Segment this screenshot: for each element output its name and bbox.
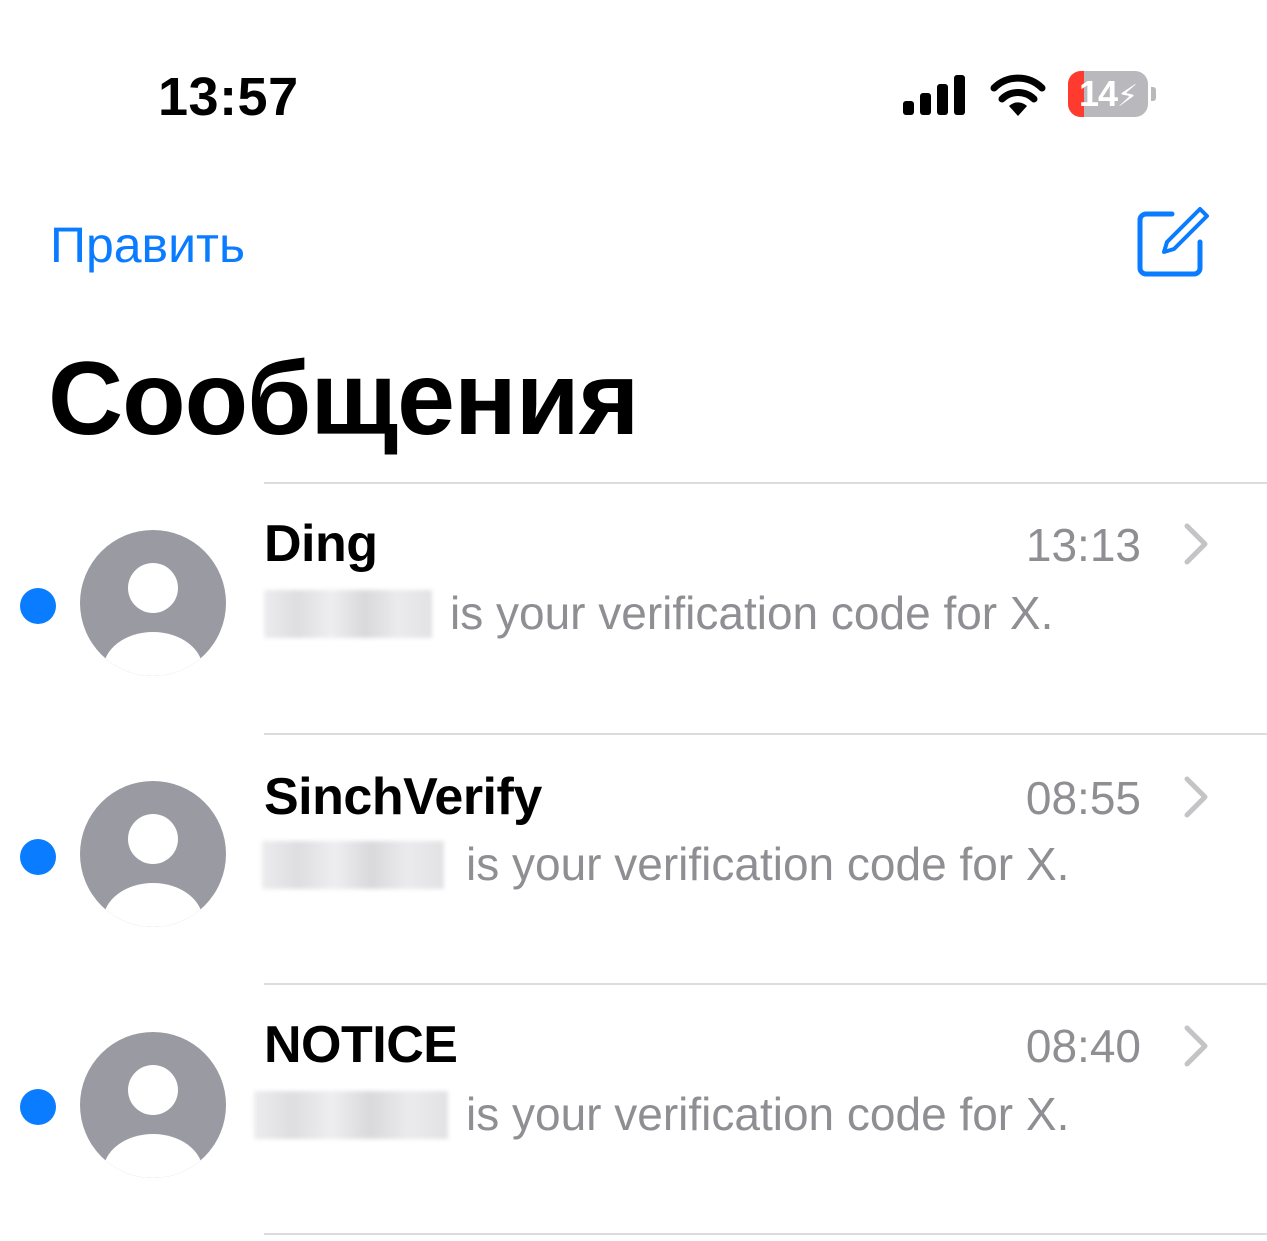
conversation-row[interactable]: SinchVerify 08:55 is your verification c… (0, 735, 1267, 985)
battery-icon: 14⚡ (1068, 71, 1156, 117)
redacted-code (254, 1091, 448, 1139)
unread-indicator (20, 839, 56, 875)
charging-bolt-icon: ⚡ (1116, 80, 1138, 113)
contact-avatar-icon (80, 781, 226, 927)
unread-indicator (20, 588, 56, 624)
contact-avatar-icon (80, 530, 226, 676)
compose-icon[interactable] (1134, 204, 1210, 280)
unread-indicator (20, 1089, 56, 1125)
contact-avatar-icon (80, 1032, 226, 1178)
redacted-code (264, 590, 432, 638)
messages-screen: 13:57 14⚡ Править Сообщения Ding 13:13 i… (0, 0, 1267, 1241)
message-time: 08:55 (1025, 772, 1141, 824)
conversation-row[interactable]: NOTICE 08:40 is your verification code f… (0, 985, 1267, 1235)
chevron-right-icon (1184, 1025, 1208, 1067)
sender-name: NOTICE (264, 1016, 458, 1074)
chevron-right-icon (1184, 776, 1208, 818)
message-time: 13:13 (1025, 519, 1141, 571)
list-divider (264, 1233, 1267, 1235)
edit-button[interactable]: Править (50, 216, 245, 274)
cellular-signal-icon (903, 75, 965, 115)
sender-name: SinchVerify (264, 768, 542, 826)
page-title: Сообщения (48, 341, 639, 457)
wifi-icon (990, 74, 1046, 116)
message-time: 08:40 (1025, 1020, 1141, 1072)
status-time: 13:57 (158, 67, 299, 127)
chevron-right-icon (1184, 523, 1208, 565)
battery-percentage: 14⚡ (1078, 73, 1138, 114)
conversation-row[interactable]: Ding 13:13 is your verification code for… (0, 484, 1267, 734)
redacted-code (262, 841, 444, 889)
sender-name: Ding (264, 515, 378, 573)
